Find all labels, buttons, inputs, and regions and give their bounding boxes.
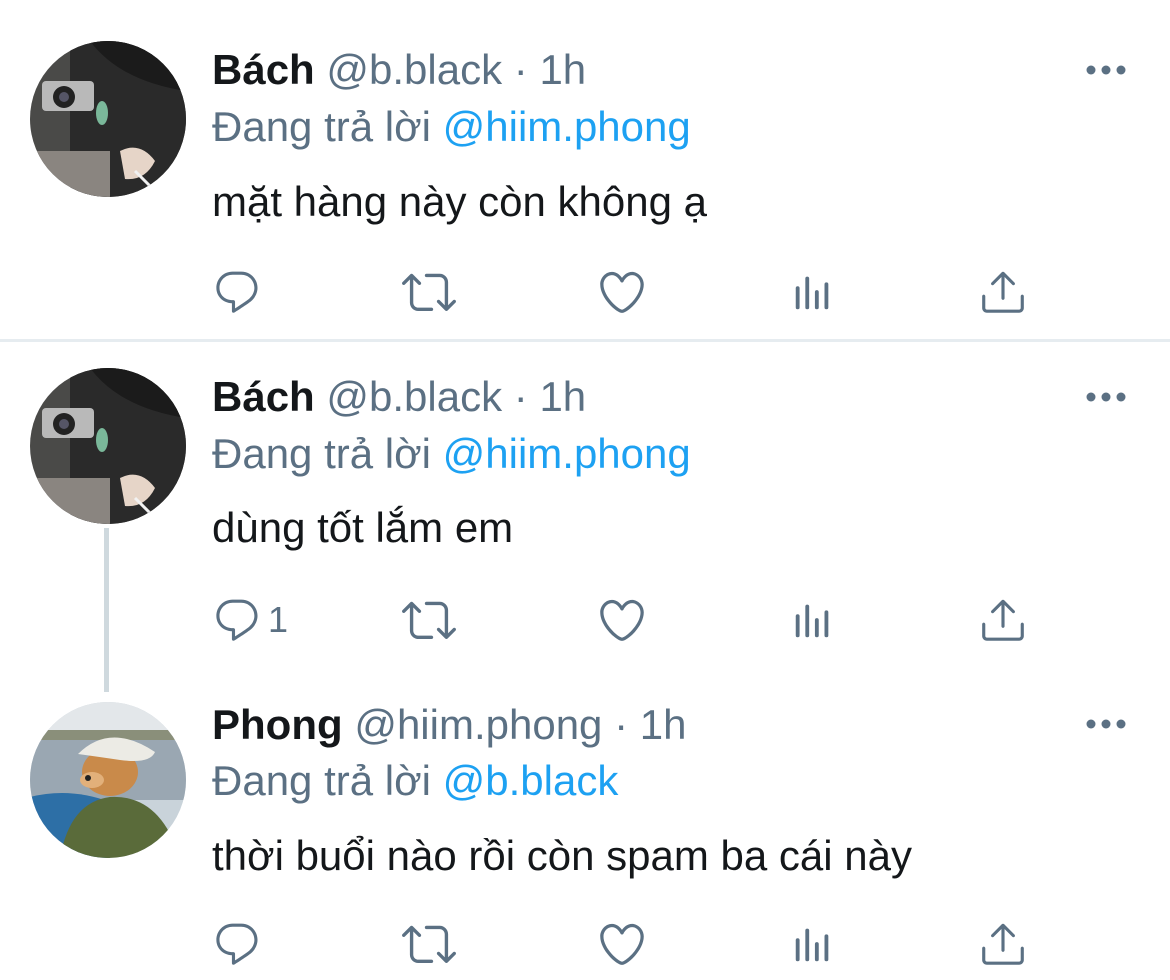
more-icon[interactable] xyxy=(1084,60,1128,80)
replying-to: Đang trả lời @hiim.phong xyxy=(212,99,691,155)
separator-dot: · xyxy=(513,373,528,420)
share-button[interactable] xyxy=(978,262,1028,322)
reply-icon xyxy=(212,595,262,645)
tweet-header: Phong @hiim.phong · 1h xyxy=(212,699,686,751)
views-icon xyxy=(790,597,836,643)
views-icon xyxy=(790,921,836,967)
display-name[interactable]: Bách xyxy=(212,46,315,93)
share-button[interactable] xyxy=(978,914,1028,974)
mention-link[interactable]: @b.black xyxy=(443,757,619,804)
avatar[interactable] xyxy=(30,41,186,197)
reply-count: 1 xyxy=(268,599,289,640)
like-button[interactable] xyxy=(596,262,648,322)
mention-link[interactable]: @hiim.phong xyxy=(443,430,691,477)
tweet-text: thời buổi nào rồi còn spam ba cái này xyxy=(212,832,912,879)
tweet-actions xyxy=(0,262,1170,322)
like-button[interactable] xyxy=(596,914,648,974)
views-icon xyxy=(790,269,836,315)
retweet-button[interactable] xyxy=(402,262,456,322)
replying-prefix: Đang trả lời xyxy=(212,430,431,477)
thread-connector-line xyxy=(104,528,109,692)
tweet[interactable]: Phong @hiim.phong · 1h Đang trả lời @b.b… xyxy=(0,692,1170,980)
replying-to: Đang trả lời @hiim.phong xyxy=(212,426,691,482)
share-icon xyxy=(978,267,1028,317)
tweet-header: Bách @b.black · 1h xyxy=(212,371,586,423)
display-name[interactable]: Bách xyxy=(212,373,315,420)
separator-dot: · xyxy=(513,46,528,93)
views-button[interactable] xyxy=(790,262,836,322)
views-button[interactable] xyxy=(790,590,836,650)
tweet-header: Bách @b.black · 1h xyxy=(212,44,586,96)
timestamp[interactable]: 1h xyxy=(539,46,586,93)
avatar[interactable] xyxy=(30,702,186,858)
like-icon xyxy=(596,266,648,318)
mention-link[interactable]: @hiim.phong xyxy=(443,103,691,150)
timestamp[interactable]: 1h xyxy=(640,701,687,748)
retweet-button[interactable] xyxy=(402,590,456,650)
share-icon xyxy=(978,595,1028,645)
views-button[interactable] xyxy=(790,914,836,974)
tweet-text: dùng tốt lắm em xyxy=(212,504,514,551)
like-button[interactable] xyxy=(596,590,648,650)
share-icon xyxy=(978,919,1028,969)
display-name[interactable]: Phong xyxy=(212,701,343,748)
tweet[interactable]: Bách @b.black · 1h Đang trả lời @hiim.ph… xyxy=(0,0,1170,339)
user-handle[interactable]: @hiim.phong xyxy=(354,701,602,748)
reply-button[interactable] xyxy=(212,914,268,974)
user-handle[interactable]: @b.black xyxy=(326,46,502,93)
separator-dot: · xyxy=(614,701,629,748)
reply-icon xyxy=(212,919,262,969)
reply-button[interactable] xyxy=(212,262,268,322)
share-button[interactable] xyxy=(978,590,1028,650)
like-icon xyxy=(596,594,648,646)
avatar[interactable] xyxy=(30,368,186,524)
timestamp[interactable]: 1h xyxy=(539,373,586,420)
tweet-text: mặt hàng này còn không ạ xyxy=(212,178,708,225)
retweet-icon xyxy=(402,593,456,647)
tweet-actions: 1 xyxy=(0,590,1170,650)
avatar-photo xyxy=(30,702,186,858)
user-handle[interactable]: @b.black xyxy=(326,373,502,420)
replying-prefix: Đang trả lời xyxy=(212,103,431,150)
reply-icon xyxy=(212,267,262,317)
retweet-icon xyxy=(402,917,456,971)
reply-button[interactable]: 1 xyxy=(212,590,288,650)
avatar-photo xyxy=(30,41,186,197)
tweet-actions xyxy=(0,914,1170,974)
tweet[interactable]: Bách @b.black · 1h Đang trả lời @hiim.ph… xyxy=(0,342,1170,692)
more-icon[interactable] xyxy=(1084,387,1128,407)
retweet-icon xyxy=(402,265,456,319)
more-icon[interactable] xyxy=(1084,714,1128,734)
like-icon xyxy=(596,918,648,970)
replying-to: Đang trả lời @b.black xyxy=(212,753,618,809)
avatar-photo xyxy=(30,368,186,524)
replying-prefix: Đang trả lời xyxy=(212,757,431,804)
retweet-button[interactable] xyxy=(402,914,456,974)
